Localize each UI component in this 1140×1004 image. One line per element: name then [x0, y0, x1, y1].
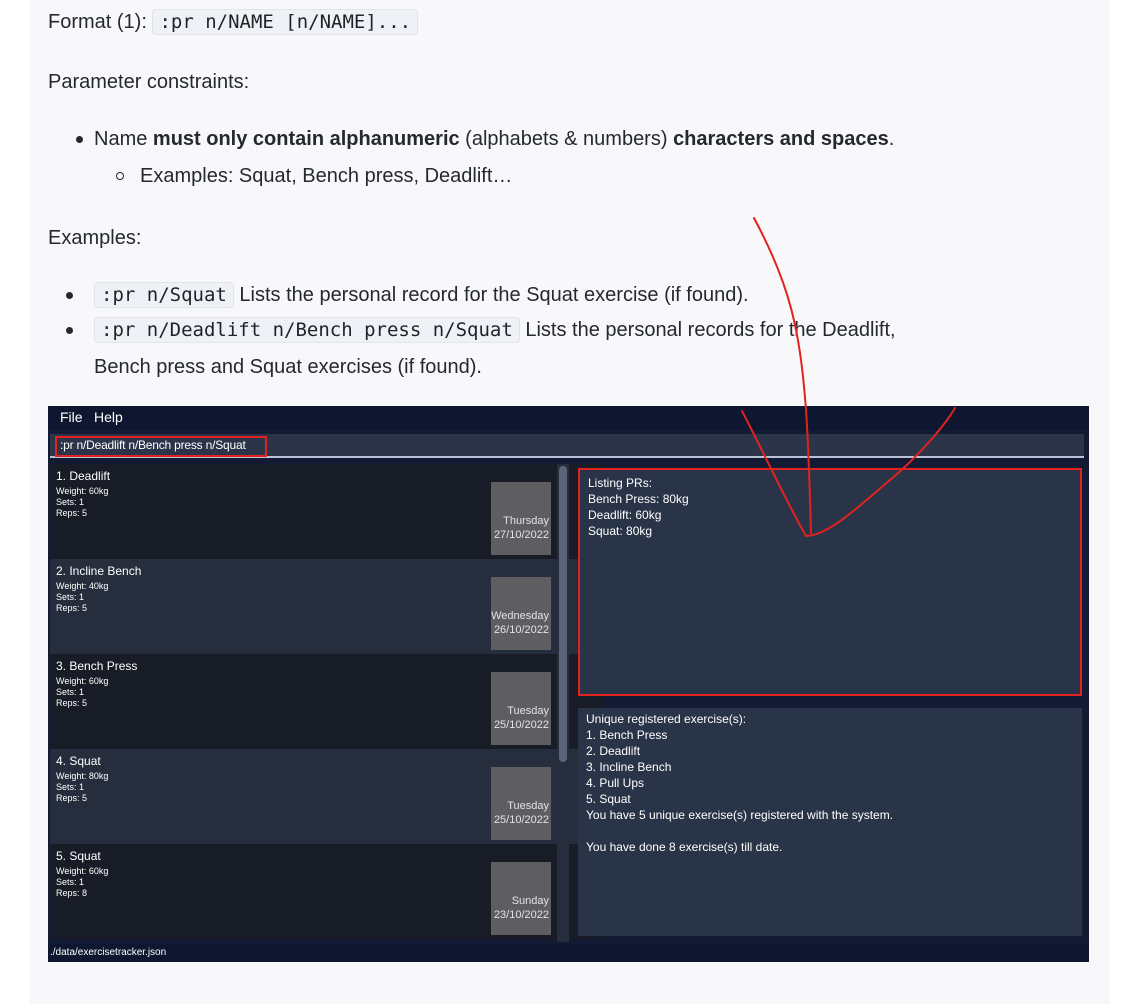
exercise-date-box: Wednesday 26/10/2022 [491, 577, 551, 650]
exercise-weight: Weight: 60kg [56, 676, 109, 686]
summary-line: You have 5 unique exercise(s) registered… [586, 808, 894, 822]
example-text: Lists the personal records for the Deadl… [519, 319, 896, 341]
exercise-day: Sunday [511, 895, 549, 907]
exercise-weight: Weight: 80kg [56, 771, 109, 781]
bullet-dot-icon [76, 136, 83, 143]
exercise-date-box: Tuesday 25/10/2022 [491, 767, 551, 840]
exercise-date: 26/10/2022 [493, 624, 549, 636]
exercise-sets: Sets: 1 [56, 687, 85, 697]
constraints-heading: Parameter constraints: [48, 71, 250, 93]
format-code: :pr n/NAME [n/NAME]... [152, 9, 419, 35]
bullet-dot-icon [66, 292, 73, 299]
exercise-date: 25/10/2022 [493, 814, 549, 826]
exercise-day: Tuesday [507, 705, 549, 717]
exercise-card[interactable]: 5. Squat Weight: 60kg Sets: 1 Reps: 8 Su… [50, 844, 603, 939]
exercise-date-box: Thursday 27/10/2022 [491, 482, 551, 555]
summary-line: 4. Pull Ups [586, 776, 645, 790]
exercise-weight: Weight: 60kg [56, 866, 109, 876]
example-code: :pr n/Deadlift n/Bench press n/Squat [94, 317, 520, 343]
exercise-weight: Weight: 60kg [56, 486, 109, 496]
exercise-sets: Sets: 1 [56, 497, 85, 507]
example-text-line2: Bench press and Squat exercises (if foun… [94, 356, 482, 378]
result-line: Squat: 80kg [588, 524, 653, 538]
summary-line: 5. Squat [586, 792, 631, 806]
exercise-title: 5. Squat [56, 849, 101, 863]
example-code: :pr n/Squat [94, 282, 234, 308]
exercise-reps: Reps: 8 [56, 888, 88, 898]
example-text: Lists the personal record for the Squat … [233, 284, 749, 306]
exercise-title: 4. Squat [56, 754, 101, 768]
exercise-title: 2. Incline Bench [56, 564, 142, 578]
list-scrollbar-thumb[interactable] [559, 466, 567, 762]
app-window: File Help :pr n/Deadlift n/Bench press n… [48, 406, 1089, 962]
exercise-list[interactable]: 1. Deadlift Weight: 60kg Sets: 1 Reps: 5… [50, 464, 603, 942]
menu-file[interactable]: File [60, 409, 83, 425]
exercise-card[interactable]: 1. Deadlift Weight: 60kg Sets: 1 Reps: 5… [50, 464, 603, 559]
exercise-card[interactable]: 4. Squat Weight: 80kg Sets: 1 Reps: 5 Tu… [50, 749, 603, 844]
result-line: Deadlift: 60kg [588, 508, 662, 522]
exercise-sets: Sets: 1 [56, 877, 85, 887]
exercise-reps: Reps: 5 [56, 603, 88, 613]
constraint-suffix: . [888, 128, 895, 150]
exercise-date: 25/10/2022 [493, 719, 549, 731]
exercise-sets: Sets: 1 [56, 592, 85, 602]
exercise-sets: Sets: 1 [56, 782, 85, 792]
exercise-title: 1. Deadlift [56, 469, 111, 483]
exercise-day: Thursday [503, 515, 549, 527]
exercise-date-box: Tuesday 25/10/2022 [491, 672, 551, 745]
exercise-date: 27/10/2022 [493, 529, 549, 541]
exercise-date: 23/10/2022 [493, 909, 549, 921]
summary-line: 3. Incline Bench [586, 760, 672, 774]
exercise-card[interactable]: 3. Bench Press Weight: 60kg Sets: 1 Reps… [50, 654, 603, 749]
command-box[interactable]: :pr n/Deadlift n/Bench press n/Squat [50, 434, 1084, 458]
summary-line: You have done 8 exercise(s) till date. [586, 840, 783, 854]
exercise-card[interactable]: 2. Incline Bench Weight: 40kg Sets: 1 Re… [50, 559, 603, 654]
bullet-dot-icon [66, 327, 73, 334]
command-highlight-box [55, 436, 267, 457]
constraint-bold-1: must only contain alphanumeric [152, 128, 460, 150]
exercise-reps: Reps: 5 [56, 698, 88, 708]
menu-help[interactable]: Help [94, 409, 123, 425]
exercise-date-box: Sunday 23/10/2022 [491, 862, 551, 935]
constraint-middle: (alphabets & numbers) [459, 128, 674, 150]
exercise-day: Wednesday [491, 610, 549, 622]
exercise-weight: Weight: 40kg [56, 581, 109, 591]
summary-line: 2. Deadlift [586, 744, 641, 758]
menu-bar: File Help [48, 406, 1089, 430]
status-bar: ./data/exercisetracker.json [48, 944, 1089, 962]
format-label: Format (1): [48, 11, 147, 33]
format-line: Format (1): :pr n/NAME [n/NAME]... [48, 8, 419, 36]
result-line: Bench Press: 80kg [588, 492, 689, 506]
constraint-bold-2: characters and spaces [673, 128, 889, 150]
exercise-reps: Reps: 5 [56, 508, 88, 518]
examples-heading: Examples: [48, 227, 142, 249]
constraint-prefix: Name [94, 128, 153, 150]
summary-line: 1. Bench Press [586, 728, 668, 742]
summary-display: Unique registered exercise(s): 1. Bench … [578, 708, 1082, 936]
constraint-sub-text: Examples: Squat, Bench press, Deadlift… [140, 165, 513, 187]
result-line: Listing PRs: [588, 476, 653, 490]
result-display: Listing PRs: Bench Press: 80kg Deadlift:… [578, 468, 1082, 696]
status-file-path: ./data/exercisetracker.json [50, 947, 167, 958]
exercise-title: 3. Bench Press [56, 659, 138, 673]
bullet-circle-icon [116, 172, 124, 180]
exercise-reps: Reps: 5 [56, 793, 88, 803]
summary-line: Unique registered exercise(s): [586, 712, 747, 726]
exercise-day: Tuesday [507, 800, 549, 812]
